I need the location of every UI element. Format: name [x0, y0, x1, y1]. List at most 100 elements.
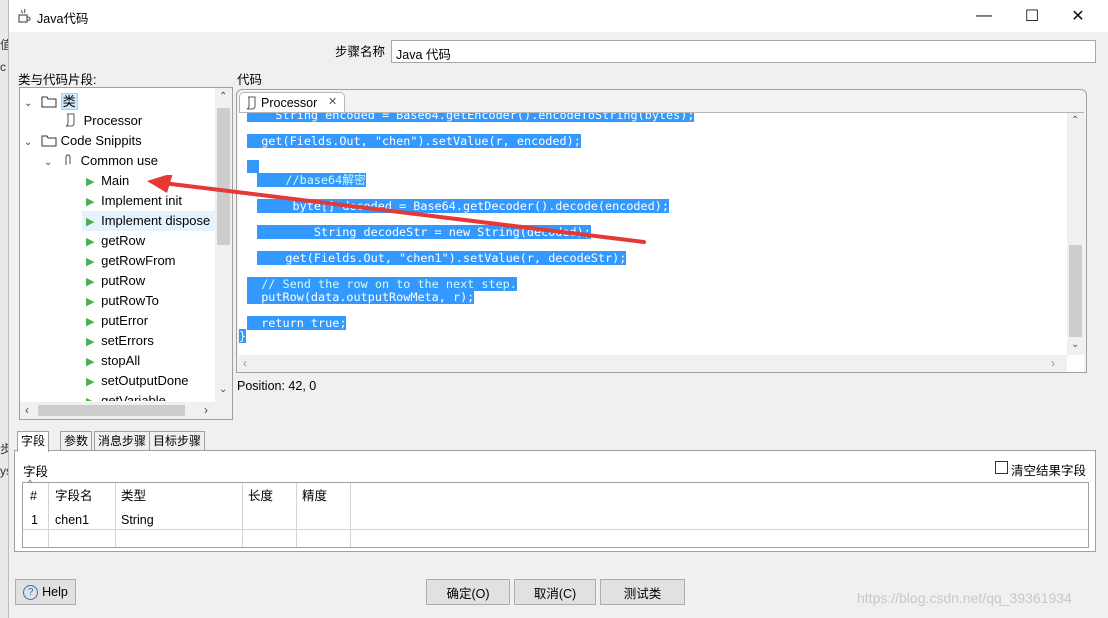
dialog-window: Java代码 — ☐ ✕ 步骤名称 Java 代码 类与代码片段: ⌄ 类 Pr… [8, 0, 1108, 618]
tree-horizontal-scrollbar[interactable]: ‹ › [20, 402, 232, 419]
attachment-icon [65, 154, 71, 165]
scroll-right-icon[interactable]: › [204, 403, 208, 417]
tab-parameters[interactable]: 参数 [60, 431, 93, 451]
script-icon [246, 96, 256, 110]
fields-table: ^ # 字段名 类型 长度 精度 1 chen1 String [22, 478, 1089, 548]
code-line-1: String encoded = Base64.getEncoder().enc… [247, 113, 695, 122]
chevron-down-icon: ⌄ [24, 98, 33, 109]
play-icon: ▶ [86, 176, 95, 188]
code-line-9: putRow(data.outputRowMeta, r); [247, 290, 475, 304]
code-line-text: // Send the row on to the next step. [247, 277, 517, 291]
code-line-11: } [239, 329, 247, 343]
row-number: 1 [31, 513, 38, 527]
ok-button[interactable]: 确定(O) [426, 579, 510, 605]
code-scroll-thumb[interactable] [1069, 245, 1082, 337]
bottom-tab-panel: 字段 参数 消息步骤 目标步骤 字段 清空结果字段 ^ # 字段名 类型 长度 … [14, 431, 1096, 552]
play-icon: ▶ [86, 256, 95, 268]
clear-result-checkbox[interactable] [995, 461, 1008, 474]
help-button[interactable]: ? Help [15, 579, 76, 605]
tree-item-class[interactable]: ⌄ 类 [24, 92, 78, 112]
code-line-text: get(Fields.Out, "chen").setValue(r, enco… [247, 134, 581, 148]
tree-item-label: getVariable [101, 393, 166, 401]
fields-tab-content: 字段 清空结果字段 ^ # 字段名 类型 长度 精度 1 chen1 Strin… [14, 450, 1096, 552]
code-vertical-scrollbar[interactable]: ⌃ ⌄ [1067, 113, 1084, 355]
code-line-text: } [239, 329, 247, 343]
table-divider [242, 483, 243, 547]
tab-processor[interactable]: Processor ✕ [239, 92, 345, 113]
scroll-up-icon[interactable]: ⌃ [219, 91, 227, 102]
tree-item-getrow[interactable]: ▶ getRow [86, 231, 145, 251]
tab-target-steps[interactable]: 目标步骤 [149, 431, 206, 451]
play-icon: ▶ [86, 356, 95, 368]
cancel-button[interactable]: 取消(C) [514, 579, 596, 605]
scroll-left-icon[interactable]: ‹ [243, 356, 247, 370]
tree-item-putrow[interactable]: ▶ putRow [86, 271, 145, 291]
scroll-up-icon[interactable]: ⌃ [1071, 115, 1079, 126]
table-divider [23, 529, 1088, 530]
tree-item-code-snippits[interactable]: ⌄ Code Snippits [24, 131, 142, 151]
code-line-3 [247, 160, 259, 173]
tree-item-setoutputdone[interactable]: ▶ setOutputDone [86, 371, 189, 391]
test-class-button[interactable]: 测试类 [600, 579, 685, 605]
column-header[interactable]: 字段名 [55, 486, 93, 506]
tree-item-putrowto[interactable]: ▶ putRowTo [86, 291, 159, 311]
help-icon: ? [23, 584, 39, 600]
tree-item-common-use[interactable]: ⌄ Common use [44, 151, 158, 171]
play-icon: ▶ [86, 396, 94, 401]
code-line-2: get(Fields.Out, "chen").setValue(r, enco… [247, 134, 581, 148]
play-icon: ▶ [86, 376, 95, 388]
column-header[interactable]: 类型 [121, 486, 146, 506]
tree-item-main[interactable]: ▶ Main [86, 171, 129, 191]
scroll-right-icon[interactable]: › [1051, 356, 1055, 370]
table-divider [48, 483, 49, 547]
watermark: https://blog.csdn.net/qq_39361934 [857, 590, 1072, 606]
tree-item-getvariable[interactable]: ▶ getVariable [86, 391, 166, 401]
column-header[interactable]: 精度 [302, 486, 327, 506]
folder-icon [41, 135, 57, 147]
scroll-left-icon[interactable]: ‹ [25, 403, 29, 417]
tree-item-getrowfrom[interactable]: ▶ getRowFrom [86, 251, 176, 271]
close-icon[interactable]: ✕ [328, 95, 337, 108]
class-tree-panel[interactable]: ⌄ 类 Processor ⌄ Code Snippits ⌄ Common u… [19, 87, 233, 420]
play-icon: ▶ [86, 276, 95, 288]
tree-item-puterror[interactable]: ▶ putError [86, 311, 148, 331]
fields-label: 字段 [23, 465, 49, 479]
tree-item-label: setOutputDone [101, 373, 189, 388]
step-name-input[interactable]: Java 代码 [391, 40, 1096, 63]
field-type-cell[interactable]: String [121, 510, 154, 530]
tree-item-label: Main [101, 173, 130, 188]
code-line-7: get(Fields.Out, "chen1").setValue(r, dec… [257, 251, 627, 265]
tree-item-label: putError [101, 313, 149, 328]
tab-info-steps[interactable]: 消息步骤 [94, 431, 151, 451]
tree-item-label: Code Snippits [60, 133, 142, 148]
table-divider [296, 483, 297, 547]
play-icon: ▶ [86, 236, 95, 248]
tree-item-seterrors[interactable]: ▶ setErrors [86, 331, 154, 351]
clear-result-label: 清空结果字段 [1011, 464, 1087, 478]
column-header[interactable]: # [30, 486, 37, 506]
cursor-position: Position: 42, 0 [237, 379, 317, 393]
code-line-text: get(Fields.Out, "chen1").setValue(r, dec… [257, 251, 627, 265]
tab-fields[interactable]: 字段 [17, 431, 50, 452]
tree-item-processor[interactable]: Processor [64, 111, 142, 131]
scroll-down-icon[interactable]: ⌄ [1071, 339, 1079, 350]
play-icon: ▶ [86, 296, 95, 308]
play-icon: ▶ [86, 216, 95, 228]
tree-item-stopall[interactable]: ▶ stopAll [86, 351, 140, 371]
code-line-text: String encoded = Base64.getEncoder().enc… [247, 113, 695, 122]
field-name-cell[interactable]: chen1 [55, 510, 89, 530]
table-divider [350, 483, 351, 547]
column-header[interactable]: 长度 [248, 486, 273, 506]
close-button[interactable]: ✕ [1055, 0, 1101, 32]
maximize-button[interactable]: ☐ [1009, 0, 1055, 32]
table-divider [115, 483, 116, 547]
code-horizontal-scrollbar[interactable]: ‹ › [239, 355, 1067, 372]
scroll-down-icon[interactable]: ⌄ [219, 384, 227, 395]
java-cup-icon [18, 8, 31, 23]
step-name-label: 步骤名称 [335, 45, 386, 59]
minimize-button[interactable]: — [961, 0, 1007, 32]
tree-item-label: Common use [80, 153, 158, 168]
annotation-arrow [147, 175, 646, 244]
tree-hscroll-thumb[interactable] [38, 405, 185, 416]
tree-item-label: getRowFrom [101, 253, 176, 268]
